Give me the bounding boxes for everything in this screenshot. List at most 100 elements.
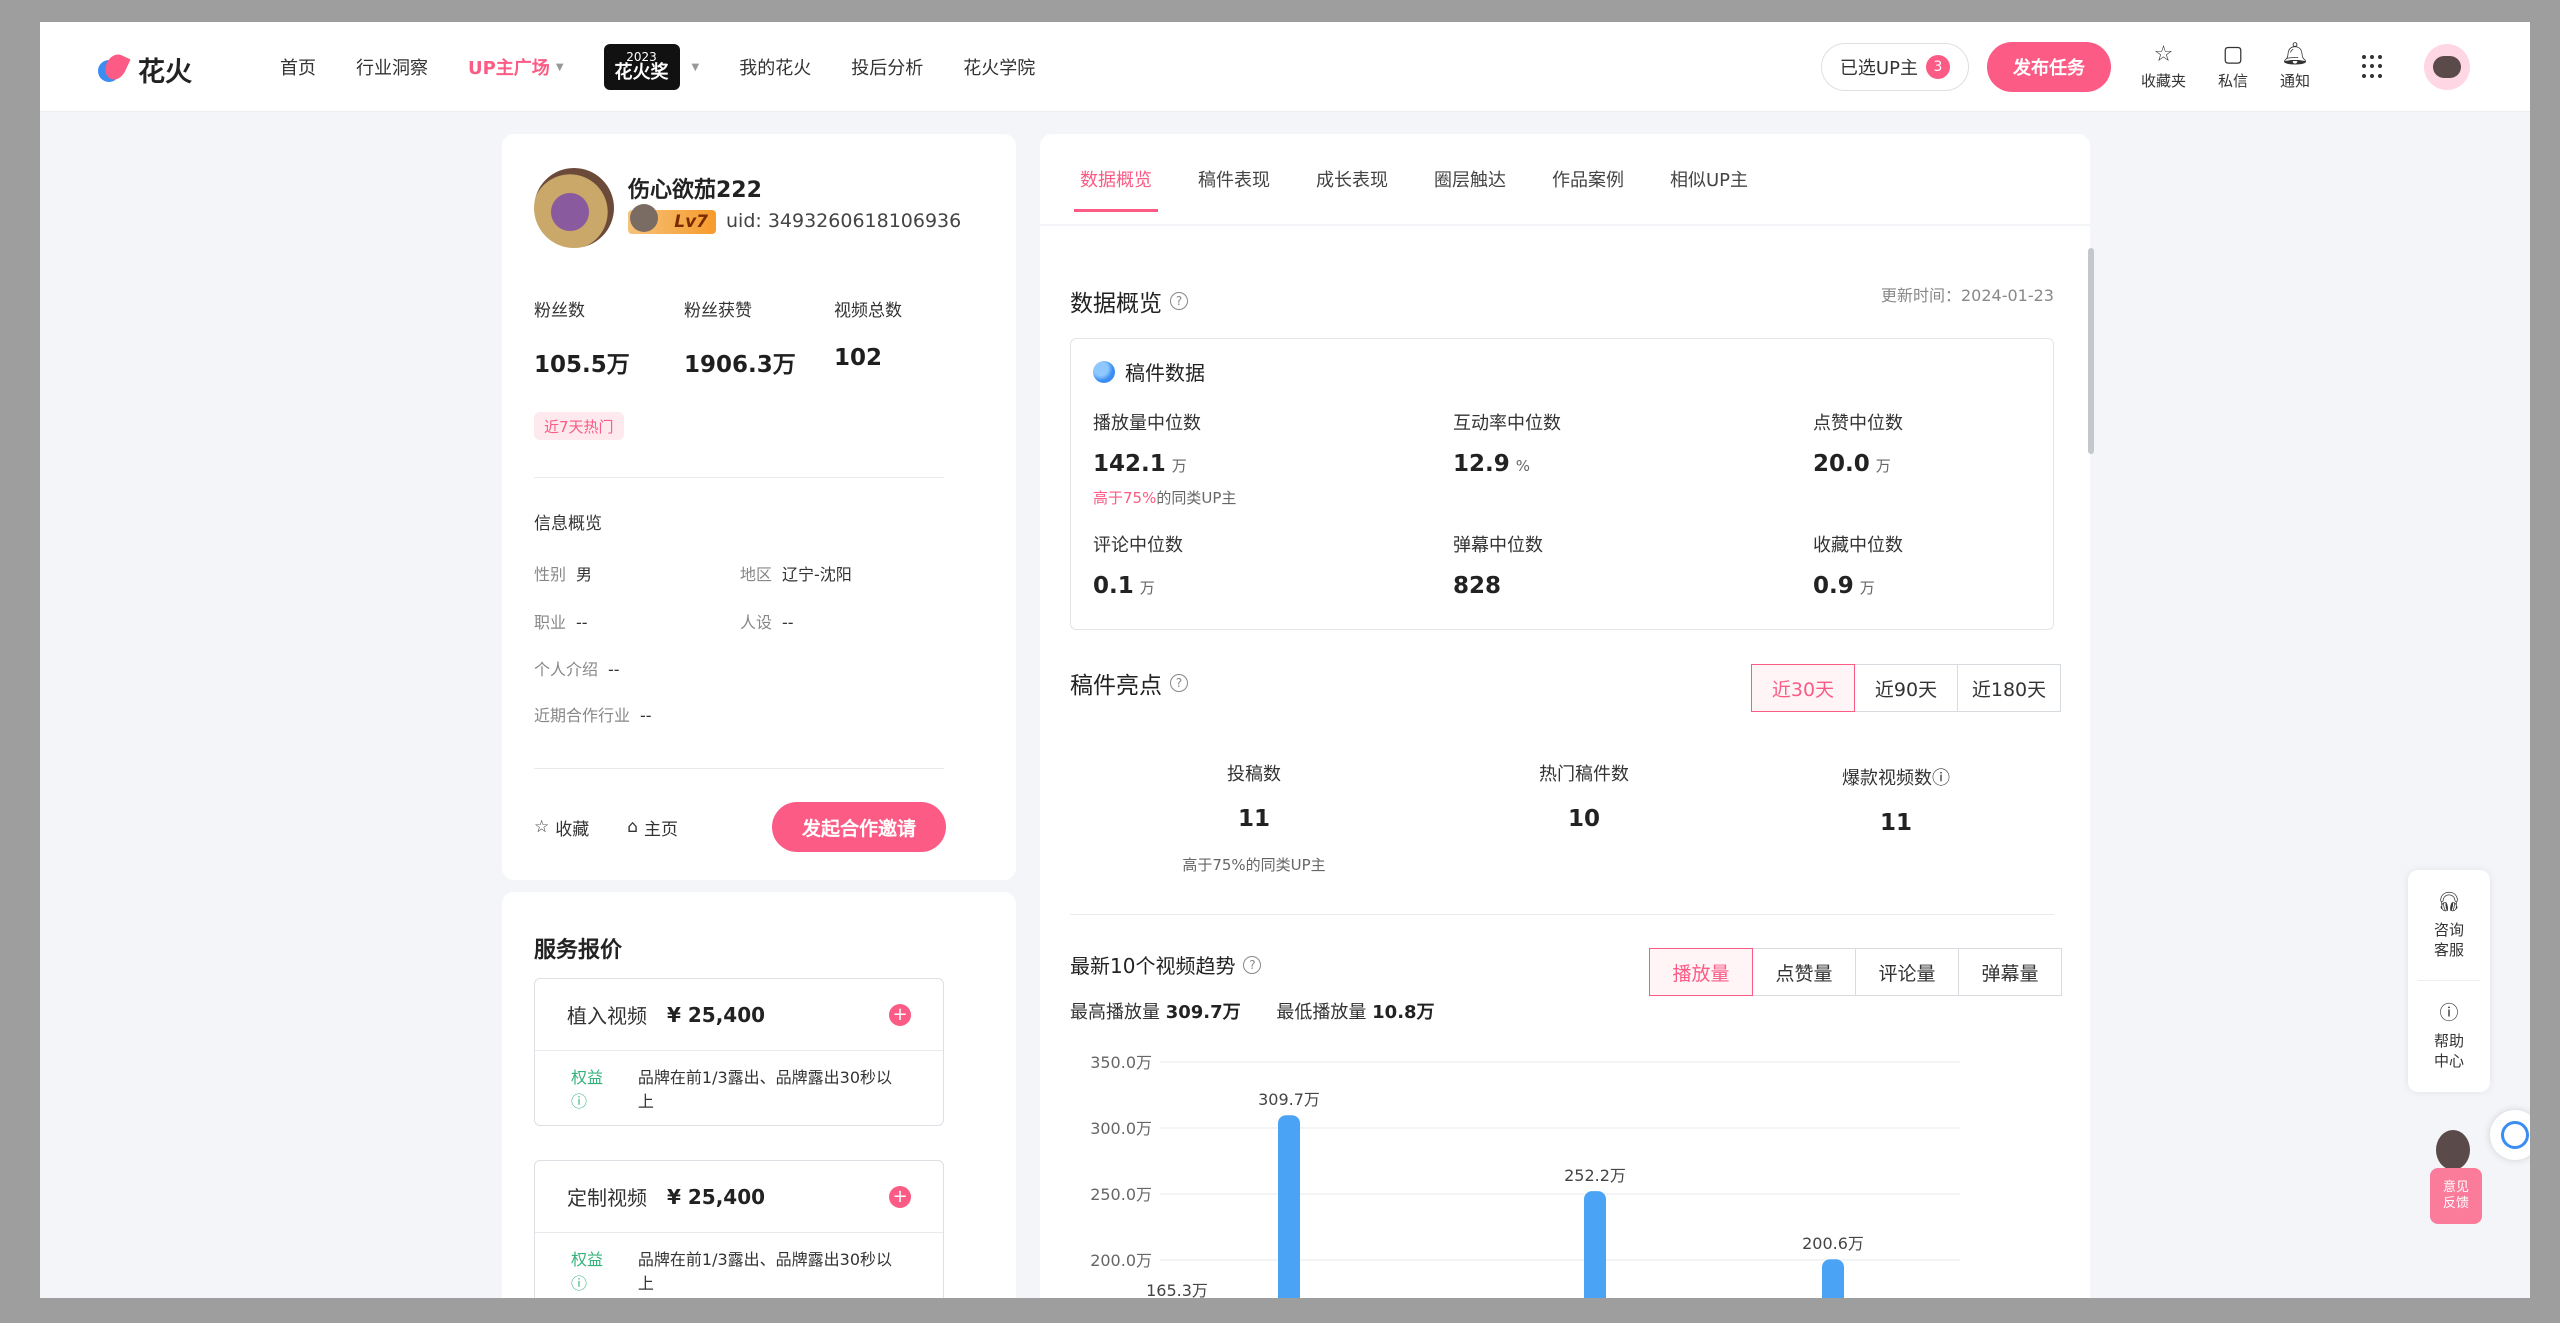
- service-head: 定制视频 ¥ 25,400 +: [535, 1161, 943, 1233]
- scrollbar[interactable]: [2088, 248, 2094, 454]
- up-uid: uid: 3493260618106936: [726, 210, 962, 232]
- bar-value-label: 165.3万: [1146, 1281, 1208, 1298]
- range-selector: 近30天 近90天 近180天: [1751, 664, 2061, 712]
- tab-cases[interactable]: 作品案例: [1552, 134, 1624, 224]
- metric-label: 评论中位数: [1093, 535, 1183, 556]
- main-nav: 首页 行业洞察 UP主广场 ▼ 2023 花火奖 ▼ 我的花火 投后分析 花火学院: [280, 22, 1075, 112]
- trend-title: 最新10个视频趋势?: [1070, 950, 1262, 979]
- info-overview-title: 信息概览: [534, 514, 602, 534]
- trend-option-danmaku[interactable]: 弹幕量: [1958, 948, 2062, 996]
- nav-academy[interactable]: 花火学院: [963, 54, 1035, 80]
- favorites-label: 收藏夹: [2140, 71, 2186, 90]
- tab-similar-up[interactable]: 相似UP主: [1670, 134, 1748, 224]
- nav-home[interactable]: 首页: [280, 54, 316, 80]
- help-center-button[interactable]: ⓘ 帮助中心: [2408, 981, 2490, 1091]
- info-label: 职业: [534, 613, 567, 632]
- highlight-value: 11: [1879, 810, 1912, 836]
- help-label: 帮助中心: [2433, 1031, 2464, 1070]
- invite-cooperation-button[interactable]: 发起合作邀请: [771, 802, 946, 852]
- assistant-fab[interactable]: [2490, 1110, 2530, 1160]
- bell-icon: 🔔︎: [2281, 41, 2309, 67]
- assistant-icon: [2501, 1121, 2529, 1149]
- help-icon[interactable]: ?: [1170, 292, 1188, 310]
- bar-value-label: 200.6万: [1802, 1234, 1864, 1253]
- info-value: --: [640, 706, 652, 725]
- homepage-button[interactable]: ⌂ 主页: [627, 815, 678, 840]
- divider: [1070, 914, 2054, 915]
- min-label: 最低播放量: [1276, 1002, 1367, 1023]
- rights-text: 品牌在前1/3露出、品牌露出30秒以上: [637, 1068, 893, 1111]
- trend-option-like[interactable]: 点赞量: [1752, 948, 1856, 996]
- range-90d[interactable]: 近90天: [1854, 664, 1958, 712]
- tab-post-performance[interactable]: 稿件表现: [1198, 134, 1270, 224]
- divider: [534, 768, 944, 769]
- info-persona: 人设 --: [740, 609, 794, 633]
- favorites-button[interactable]: ☆ 收藏夹: [2140, 43, 2186, 91]
- divider: [534, 477, 944, 478]
- service-item: 植入视频 ¥ 25,400 + 权益 ⓘ 品牌在前1/3露出、品牌露出30秒以上: [534, 978, 944, 1126]
- consult-service-button[interactable]: 🎧︎ 咨询客服: [2408, 870, 2490, 980]
- bar[interactable]: [1278, 1115, 1300, 1298]
- help-icon[interactable]: ?: [1170, 674, 1188, 692]
- messages-button[interactable]: ▢ 私信: [2217, 41, 2248, 91]
- highlight-viral-videos: 爆款视频数ⓘ 11: [1766, 764, 2026, 836]
- metric-number: 0.9: [1813, 573, 1854, 599]
- nav-academy-label: 花火学院: [963, 58, 1036, 79]
- y-tick-label: 250.0万: [1090, 1185, 1152, 1204]
- nav-post-analysis[interactable]: 投后分析: [851, 54, 923, 80]
- metric-number: 12.9: [1453, 451, 1510, 477]
- add-icon[interactable]: +: [889, 1185, 911, 1208]
- feedback-button[interactable]: 意见反馈: [2430, 1168, 2482, 1224]
- metric-number: 828: [1453, 573, 1502, 599]
- service-item: 定制视频 ¥ 25,400 + 权益 ⓘ 品牌在前1/3露出、品牌露出30秒以上: [534, 1160, 944, 1298]
- add-icon[interactable]: +: [889, 1003, 911, 1026]
- user-avatar[interactable]: [2424, 44, 2470, 90]
- apps-grid-icon[interactable]: [2362, 55, 2386, 79]
- nav-award[interactable]: 2023 花火奖 ▼: [603, 44, 699, 90]
- selected-up-button[interactable]: 已选UP主 3: [1820, 43, 1969, 91]
- metric-unit: %: [1515, 457, 1531, 475]
- publish-task-button[interactable]: 发布任务: [1986, 42, 2111, 92]
- range-30d[interactable]: 近30天: [1751, 664, 1855, 712]
- notifications-button[interactable]: 🔔︎ 通知: [2280, 41, 2310, 91]
- logo-text: 花火: [138, 57, 192, 88]
- metric-play-median: 播放量中位数 142.1 万 高于75%的同类UP主: [1093, 409, 1236, 508]
- nav-industry[interactable]: 行业洞察: [356, 54, 428, 80]
- y-tick-label: 300.0万: [1090, 1119, 1152, 1138]
- nav-post-analysis-label: 投后分析: [851, 58, 924, 79]
- tab-growth[interactable]: 成长表现: [1316, 134, 1388, 224]
- trend-option-comment[interactable]: 评论量: [1855, 948, 1959, 996]
- hot-tag: 近7天热门: [534, 412, 624, 440]
- metric-unit: 万: [1875, 457, 1891, 475]
- trend-option-play[interactable]: 播放量: [1649, 948, 1753, 996]
- nav-my-huahuo[interactable]: 我的花火: [739, 54, 811, 80]
- chat-icon: ▢: [2222, 41, 2244, 67]
- range-180d[interactable]: 近180天: [1957, 664, 2061, 712]
- stat-value: 102: [834, 345, 883, 371]
- trend-title-text: 最新10个视频趋势: [1070, 954, 1236, 978]
- stat-label: 视频总数: [834, 301, 902, 321]
- favorite-button[interactable]: ☆ 收藏: [534, 815, 589, 840]
- info-label: 近期合作行业: [534, 706, 631, 725]
- logo[interactable]: 花火: [96, 50, 192, 89]
- help-icon[interactable]: ⓘ: [1932, 768, 1950, 789]
- bar[interactable]: [1584, 1191, 1606, 1298]
- mascot-icon: [2436, 1130, 2470, 1170]
- trend-summary: 最高播放量 309.7万 最低播放量 10.8万: [1070, 998, 1465, 1024]
- metric-label: 互动率中位数: [1453, 413, 1561, 434]
- highlight-hot-posts: 热门稿件数 10: [1454, 760, 1714, 832]
- service-rights: 权益 ⓘ 品牌在前1/3露出、品牌露出30秒以上: [535, 1233, 943, 1298]
- help-icon[interactable]: ?: [1243, 955, 1262, 974]
- tab-audience[interactable]: 圈层触达: [1434, 134, 1506, 224]
- bar[interactable]: [1822, 1259, 1844, 1298]
- star-icon: ☆: [534, 817, 550, 837]
- tab-overview[interactable]: 数据概览: [1074, 134, 1158, 224]
- up-avatar[interactable]: [534, 168, 614, 248]
- rights-label-text: 权益: [571, 1250, 604, 1269]
- highlights-title: 稿件亮点?: [1070, 666, 1188, 700]
- trend-metric-selector: 播放量 点赞量 评论量 弹幕量: [1649, 948, 2062, 996]
- nav-up-square[interactable]: UP主广场 ▼: [468, 54, 564, 80]
- huahuo-logo-icon: [96, 50, 131, 86]
- messages-label: 私信: [2217, 71, 2248, 90]
- rights-label: 权益 ⓘ: [571, 1064, 624, 1112]
